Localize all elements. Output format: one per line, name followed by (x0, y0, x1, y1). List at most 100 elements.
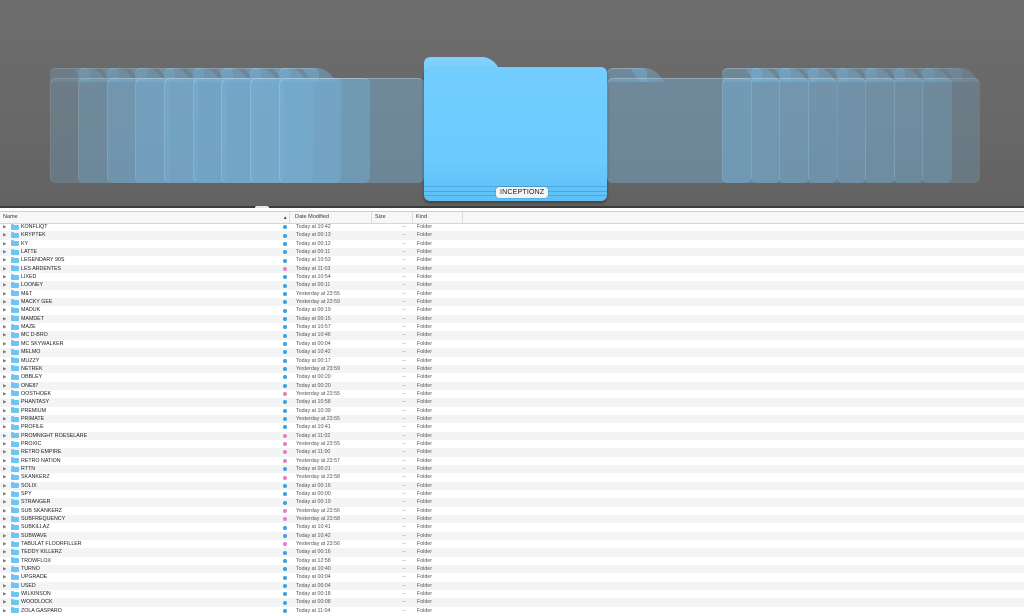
disclosure-triangle-icon[interactable]: ▶ (3, 465, 6, 473)
list-item[interactable]: ▶ PHANTASY Today at 10:58 -- Folder (0, 398, 1024, 407)
list-item[interactable]: ▶ PROFILE Today at 10:41 -- Folder (0, 423, 1024, 431)
disclosure-triangle-icon[interactable]: ▶ (3, 415, 6, 423)
list-item[interactable]: ▶ LIXED Today at 10:54 -- Folder (0, 273, 1024, 281)
list-item[interactable]: ▶ MUZZY Today at 00:17 -- Folder (0, 357, 1024, 365)
list-item[interactable]: ▶ MACKY GEE Yesterday at 23:59 -- Folder (0, 298, 1024, 307)
list-item[interactable]: ▶ WOODLOCK Today at 00:08 -- Folder (0, 598, 1024, 607)
list-item[interactable]: ▶ SPY Today at 00:00 -- Folder (0, 490, 1024, 498)
cover-flow-view[interactable]: INCEPTIONZ (0, 0, 1024, 208)
list-item[interactable]: ▶ KONFLIQT Today at 10:42 -- Folder (0, 223, 1024, 231)
list-item[interactable]: ▶ MELMO Today at 10:42 -- Folder (0, 348, 1024, 357)
disclosure-triangle-icon[interactable]: ▶ (3, 523, 6, 531)
list-item[interactable]: ▶ TABULAT FLOORFILLER Yesterday at 23:56 --… (0, 540, 1024, 548)
disclosure-triangle-icon[interactable]: ▶ (3, 598, 6, 606)
list-item[interactable]: ▶ M&T Yesterday at 23:55 -- Folder (0, 290, 1024, 298)
stacked-folder-icon[interactable] (279, 68, 424, 183)
disclosure-triangle-icon[interactable]: ▶ (3, 306, 6, 314)
disclosure-triangle-icon[interactable]: ▶ (3, 498, 6, 506)
disclosure-triangle-icon[interactable]: ▶ (3, 582, 6, 590)
disclosure-triangle-icon[interactable]: ▶ (3, 507, 6, 515)
disclosure-triangle-icon[interactable]: ▶ (3, 457, 6, 465)
disclosure-triangle-icon[interactable]: ▶ (3, 482, 6, 490)
disclosure-triangle-icon[interactable]: ▶ (3, 248, 6, 256)
disclosure-triangle-icon[interactable]: ▶ (3, 273, 6, 281)
list-item[interactable]: ▶ PREMIUM Today at 10:39 -- Folder (0, 407, 1024, 415)
disclosure-triangle-icon[interactable]: ▶ (3, 407, 6, 415)
list-item[interactable]: ▶ TURNO Today at 10:40 -- Folder (0, 565, 1024, 574)
list-item[interactable]: ▶ MAMDET Today at 00:15 -- Folder (0, 314, 1024, 324)
list-item[interactable]: ▶ MC D-BRO Today at 10:46 -- Folder (0, 331, 1024, 340)
disclosure-triangle-icon[interactable]: ▶ (3, 357, 6, 365)
disclosure-triangle-icon[interactable]: ▶ (3, 440, 6, 448)
list-item[interactable]: ▶ MC SKYWALKER Today at 00:04 -- Folder (0, 340, 1024, 348)
disclosure-triangle-icon[interactable]: ▶ (3, 423, 6, 431)
disclosure-triangle-icon[interactable]: ▶ (3, 373, 6, 381)
list-item[interactable]: ▶ PROXIC Yesterday at 23:55 -- Folder (0, 440, 1024, 448)
list-item[interactable]: ▶ SOLIX Today at 00:16 -- Folder (0, 481, 1024, 490)
disclosure-triangle-icon[interactable]: ▶ (3, 382, 6, 390)
disclosure-triangle-icon[interactable]: ▶ (3, 548, 6, 556)
list-item[interactable]: ▶ UPGRADE Today at 00:04 -- Folder (0, 573, 1024, 581)
disclosure-triangle-icon[interactable]: ▶ (3, 290, 6, 298)
selected-folder-icon[interactable] (424, 57, 607, 201)
column-header-size[interactable]: Size (372, 212, 413, 223)
list-item[interactable]: ▶ LOONEY Today at 00:11 -- Folder (0, 281, 1024, 290)
list-item[interactable]: ▶ PRIMATE Yesterday at 23:55 -- Folder (0, 414, 1024, 424)
stacked-folder-icon[interactable] (607, 68, 752, 183)
list-item[interactable]: ▶ LEGENDARY 90S Today at 10:53 -- Folder (0, 256, 1024, 264)
list-item[interactable]: ▶ RETRO NATION Yesterday at 23:57 -- Folder (0, 457, 1024, 465)
disclosure-triangle-icon[interactable]: ▶ (3, 315, 6, 323)
disclosure-triangle-icon[interactable]: ▶ (3, 240, 6, 248)
disclosure-triangle-icon[interactable]: ▶ (3, 565, 6, 573)
list-item[interactable]: ▶ SUBWAVE Today at 10:42 -- Folder (0, 531, 1024, 541)
disclosure-triangle-icon[interactable]: ▶ (3, 223, 6, 231)
disclosure-triangle-icon[interactable]: ▶ (3, 532, 6, 540)
disclosure-triangle-icon[interactable]: ▶ (3, 540, 6, 548)
list-item[interactable]: ▶ ONE87 Today at 00:20 -- Folder (0, 381, 1024, 390)
disclosure-triangle-icon[interactable]: ▶ (3, 515, 6, 523)
list-item[interactable]: ▶ LATTE Today at 00:11 -- Folder (0, 248, 1024, 257)
list-item[interactable]: ▶ KRYPTEK Today at 00:13 -- Folder (0, 231, 1024, 240)
disclosure-triangle-icon[interactable]: ▶ (3, 448, 6, 456)
list-item[interactable]: ▶ OOSTHOEK Yesterday at 23:55 -- Folder (0, 390, 1024, 398)
list-item[interactable]: ▶ MAZE Today at 10:57 -- Folder (0, 323, 1024, 331)
list-item[interactable]: ▶ SKANKERZ Yesterday at 23:58 -- Folder (0, 473, 1024, 481)
disclosure-triangle-icon[interactable]: ▶ (3, 323, 6, 331)
list-item[interactable]: ▶ RETRO EMPIRE Today at 11:00 -- Folder (0, 448, 1024, 457)
disclosure-triangle-icon[interactable]: ▶ (3, 432, 6, 440)
list-item[interactable]: ▶ SUBFREQUENCY Yesterday at 23:58 -- Folder (0, 515, 1024, 524)
disclosure-triangle-icon[interactable]: ▶ (3, 281, 6, 289)
disclosure-triangle-icon[interactable]: ▶ (3, 298, 6, 306)
disclosure-triangle-icon[interactable]: ▶ (3, 398, 6, 406)
coverflow-scroll-knob[interactable] (255, 206, 269, 208)
disclosure-triangle-icon[interactable]: ▶ (3, 490, 6, 498)
list-item[interactable]: ▶ OBBLEY Today at 00:20 -- Folder (0, 373, 1024, 381)
list-item[interactable]: ▶ WILKINSON Today at 00:18 -- Folder (0, 590, 1024, 598)
list-item[interactable]: ▶ KY Today at 00:12 -- Folder (0, 240, 1024, 248)
list-item[interactable]: ▶ NETREK Yesterday at 23:59 -- Folder (0, 364, 1024, 374)
list-item[interactable]: ▶ RTTN Today at 00:21 -- Folder (0, 464, 1024, 474)
disclosure-triangle-icon[interactable]: ▶ (3, 231, 6, 239)
disclosure-triangle-icon[interactable]: ▶ (3, 573, 6, 581)
column-header-name[interactable]: Name ▲ (0, 212, 290, 223)
list-item[interactable]: ▶ TROWFLOX Today at 12:58 -- Folder (0, 557, 1024, 565)
list-item[interactable]: ▶ STRANGER Today at 00:19 -- Folder (0, 498, 1024, 507)
disclosure-triangle-icon[interactable]: ▶ (3, 331, 6, 339)
list-item[interactable]: ▶ PROMNIGHT ROESELARE Today at 11:02 -- Fold… (0, 431, 1024, 440)
column-header-date-modified[interactable]: Date Modified (292, 212, 372, 223)
disclosure-triangle-icon[interactable]: ▶ (3, 473, 6, 481)
disclosure-triangle-icon[interactable]: ▶ (3, 265, 6, 273)
disclosure-triangle-icon[interactable]: ▶ (3, 256, 6, 264)
disclosure-triangle-icon[interactable]: ▶ (3, 557, 6, 565)
list-item[interactable]: ▶ SUBKILLAZ Today at 10:41 -- Folder (0, 523, 1024, 531)
disclosure-triangle-icon[interactable]: ▶ (3, 340, 6, 348)
column-header-kind[interactable]: Kind (413, 212, 463, 223)
disclosure-triangle-icon[interactable]: ▶ (3, 590, 6, 598)
list-item[interactable]: ▶ TEDDY KILLERZ Today at 00:16 -- Folder (0, 548, 1024, 557)
disclosure-triangle-icon[interactable]: ▶ (3, 365, 6, 373)
disclosure-triangle-icon[interactable]: ▶ (3, 348, 6, 356)
list-item[interactable]: ▶ SUB SKANKERZ Yesterday at 23:56 -- Folder (0, 507, 1024, 515)
list-item[interactable]: ▶ LES ARDENTES Today at 11:03 -- Folder (0, 264, 1024, 274)
list-item[interactable]: ▶ USED Today at 00:04 -- Folder (0, 581, 1024, 591)
list-item[interactable]: ▶ MADUK Today at 00:19 -- Folder (0, 306, 1024, 314)
